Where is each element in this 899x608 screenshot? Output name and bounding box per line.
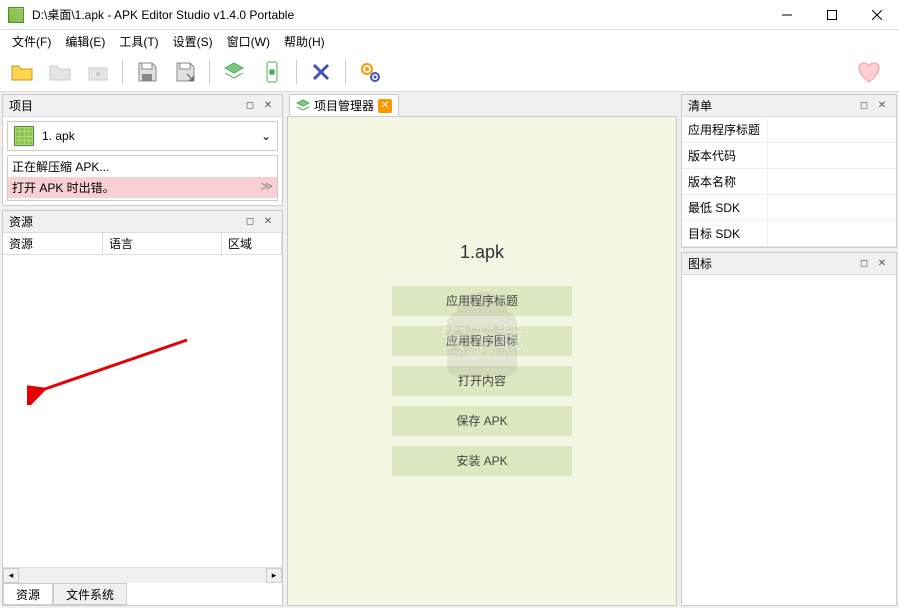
project-selector[interactable]: 1. apk ⌄ bbox=[7, 121, 278, 151]
manifest-panel: 清单 ◻ ✕ 应用程序标题 版本代码 版本名称 最低 SDK 目标 SDK bbox=[681, 94, 897, 248]
col-language[interactable]: 语言 bbox=[103, 233, 222, 254]
close-icon[interactable]: ✕ bbox=[260, 98, 276, 114]
log-area: 正在解压缩 APK... 打开 APK 时出错。 ≫ bbox=[7, 155, 278, 201]
horizontal-scrollbar[interactable]: ◂ ▸ bbox=[3, 567, 282, 583]
chevron-right-icon: ≫ bbox=[260, 179, 273, 196]
editor-tabs: 项目管理器 ✕ bbox=[285, 92, 679, 116]
app-icon bbox=[8, 7, 24, 23]
save-as-button[interactable] bbox=[169, 56, 201, 88]
project-manager-view: 安下载 anxz.com 1.apk 应用程序标题 应用程序图标 打开内容 保存… bbox=[287, 116, 677, 606]
resource-panel: 资源 ◻ ✕ 资源 语言 区域 ◂ ▸ 资源 bbox=[2, 210, 283, 606]
mf-version-name: 版本名称 bbox=[682, 169, 767, 194]
maximize-button[interactable] bbox=[809, 0, 854, 29]
close-icon[interactable]: ✕ bbox=[874, 256, 890, 272]
window-title: D:\桌面\1.apk - APK Editor Studio v1.4.0 P… bbox=[32, 6, 764, 23]
log-row: 正在解压缩 APK... bbox=[8, 156, 277, 177]
undock-icon[interactable]: ◻ bbox=[856, 256, 872, 272]
tab-filesystem[interactable]: 文件系统 bbox=[53, 583, 127, 605]
manifest-panel-title: 清单 bbox=[688, 97, 854, 114]
scroll-right-icon[interactable]: ▸ bbox=[266, 568, 282, 583]
col-resource[interactable]: 资源 bbox=[3, 233, 103, 254]
col-region[interactable]: 区域 bbox=[222, 233, 282, 254]
close-button[interactable] bbox=[854, 0, 899, 29]
mf-app-title-value[interactable] bbox=[767, 117, 896, 142]
undock-icon[interactable]: ◻ bbox=[856, 98, 872, 114]
apk-icon bbox=[14, 126, 34, 146]
donate-button[interactable] bbox=[853, 56, 885, 88]
menu-file[interactable]: 文件(F) bbox=[6, 31, 57, 52]
scroll-left-icon[interactable]: ◂ bbox=[3, 568, 19, 583]
project-panel-title: 项目 bbox=[9, 97, 240, 114]
mf-target-sdk-value[interactable] bbox=[767, 221, 896, 246]
project-panel: 项目 ◻ ✕ 1. apk ⌄ 正在解压缩 APK... 打开 APK 时出错。… bbox=[2, 94, 283, 206]
open-recent-button[interactable] bbox=[44, 56, 76, 88]
resource-panel-title: 资源 bbox=[9, 213, 240, 230]
action-save-apk[interactable]: 保存 APK bbox=[392, 406, 572, 436]
menu-tools[interactable]: 工具(T) bbox=[113, 31, 164, 52]
title-bar: D:\桌面\1.apk - APK Editor Studio v1.4.0 P… bbox=[0, 0, 899, 30]
save-button[interactable] bbox=[131, 56, 163, 88]
toolbar bbox=[0, 52, 899, 92]
resource-columns: 资源 语言 区域 bbox=[3, 233, 282, 255]
cancel-button[interactable] bbox=[305, 56, 337, 88]
mf-min-sdk-value[interactable] bbox=[767, 195, 896, 220]
tab-label: 项目管理器 bbox=[314, 97, 374, 114]
action-install-apk[interactable]: 安装 APK bbox=[392, 446, 572, 476]
mf-min-sdk: 最低 SDK bbox=[682, 195, 767, 220]
minimize-button[interactable] bbox=[764, 0, 809, 29]
tab-close-icon[interactable]: ✕ bbox=[378, 99, 392, 113]
resource-tree[interactable] bbox=[3, 255, 282, 567]
layers-icon bbox=[296, 99, 310, 113]
undock-icon[interactable]: ◻ bbox=[242, 214, 258, 230]
annotation-arrow bbox=[27, 335, 197, 405]
close-icon[interactable]: ✕ bbox=[874, 98, 890, 114]
settings-button[interactable] bbox=[354, 56, 386, 88]
mf-version-name-value[interactable] bbox=[767, 169, 896, 194]
log-error-row[interactable]: 打开 APK 时出错。 ≫ bbox=[8, 177, 277, 198]
undock-icon[interactable]: ◻ bbox=[242, 98, 258, 114]
menu-edit[interactable]: 编辑(E) bbox=[59, 31, 111, 52]
mf-target-sdk: 目标 SDK bbox=[682, 221, 767, 246]
icon-panel-title: 图标 bbox=[688, 255, 854, 272]
apk-filename: 1.apk bbox=[460, 242, 504, 263]
mf-app-title: 应用程序标题 bbox=[682, 117, 767, 142]
icon-panel: 图标 ◻ ✕ bbox=[681, 252, 897, 606]
tab-resource[interactable]: 资源 bbox=[3, 583, 53, 605]
menu-help[interactable]: 帮助(H) bbox=[278, 31, 331, 52]
menu-window[interactable]: 窗口(W) bbox=[221, 31, 276, 52]
mf-version-code-value[interactable] bbox=[767, 143, 896, 168]
mf-version-code: 版本代码 bbox=[682, 143, 767, 168]
watermark-url: anxz.com bbox=[448, 347, 516, 365]
layers-button[interactable] bbox=[218, 56, 250, 88]
menu-settings[interactable]: 设置(S) bbox=[167, 31, 219, 52]
tab-project-manager[interactable]: 项目管理器 ✕ bbox=[289, 94, 399, 116]
close-icon[interactable]: ✕ bbox=[260, 214, 276, 230]
close-project-button[interactable] bbox=[82, 56, 114, 88]
menu-bar: 文件(F) 编辑(E) 工具(T) 设置(S) 窗口(W) 帮助(H) bbox=[0, 30, 899, 52]
project-name: 1. apk bbox=[42, 129, 75, 143]
icon-list[interactable] bbox=[682, 275, 896, 605]
open-button[interactable] bbox=[6, 56, 38, 88]
chevron-down-icon: ⌄ bbox=[261, 129, 271, 143]
device-button[interactable] bbox=[256, 56, 288, 88]
log-error-text: 打开 APK 时出错。 bbox=[12, 179, 115, 196]
